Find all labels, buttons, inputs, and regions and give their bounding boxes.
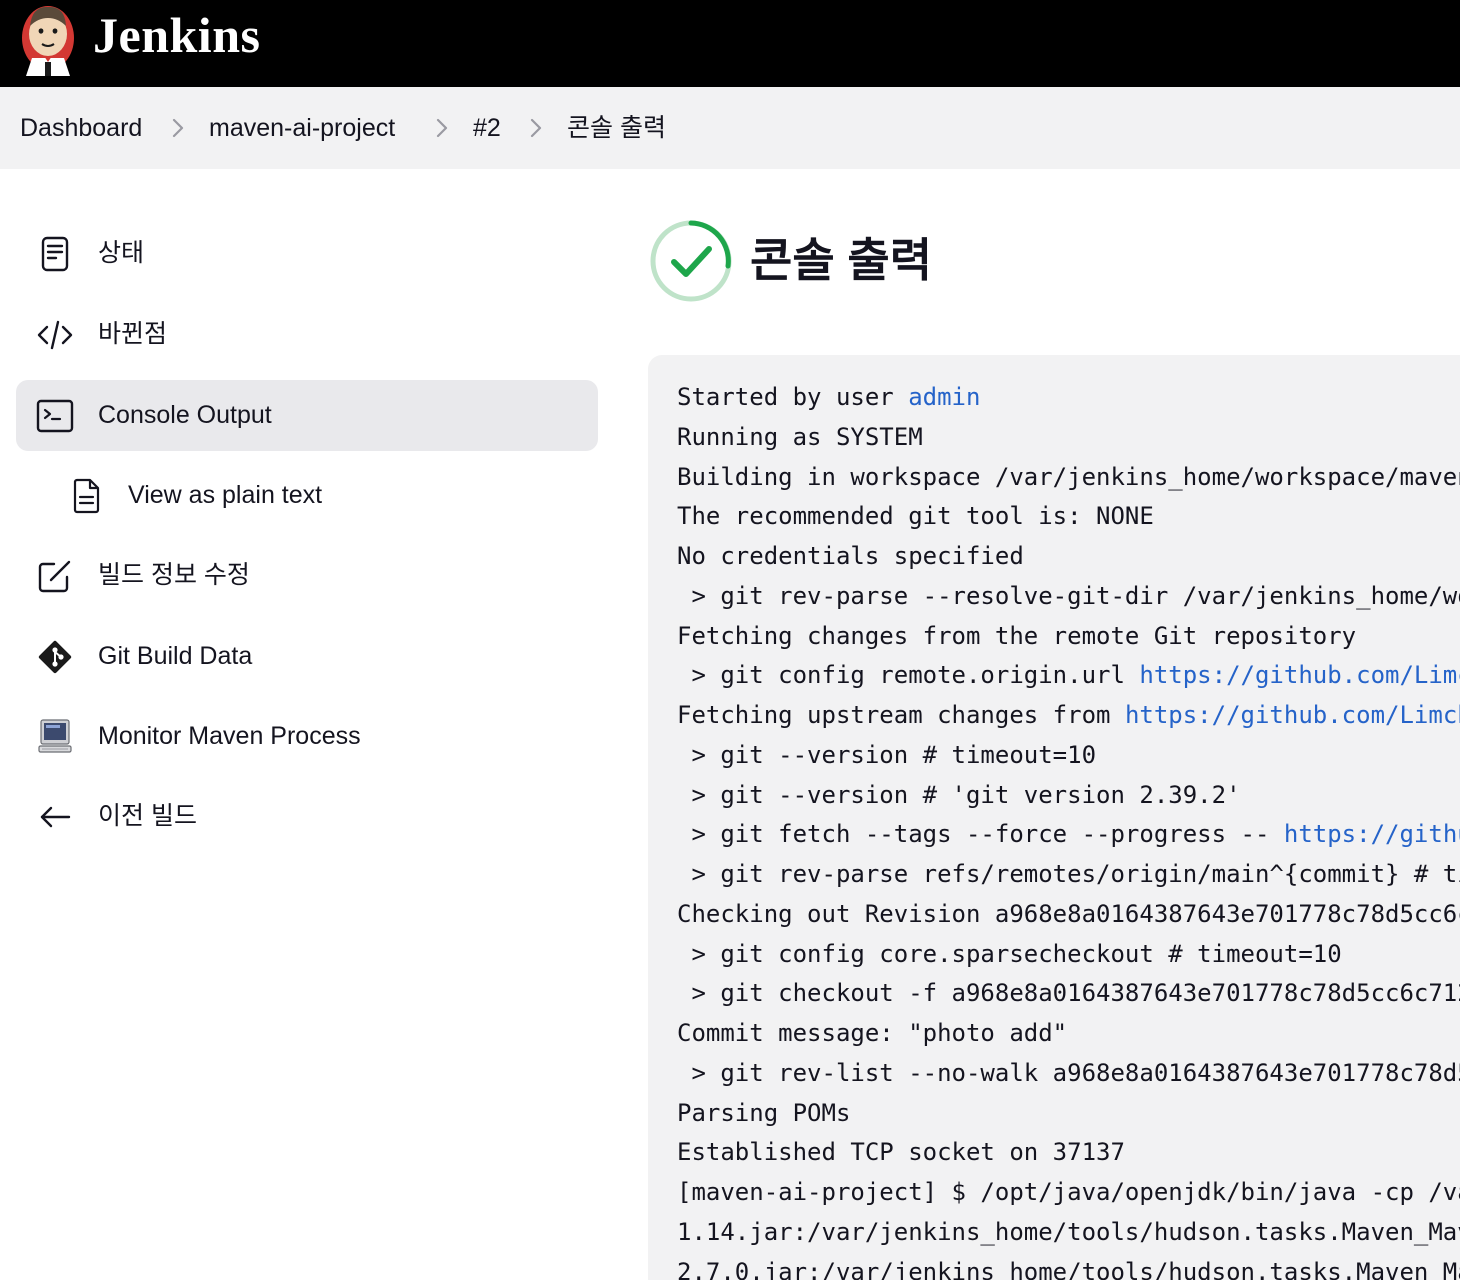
- sidebar-item-monitor-maven[interactable]: Monitor Maven Process: [16, 701, 598, 772]
- sidebar-item-label: Monitor Maven Process: [98, 722, 361, 750]
- console-line: > git --version # timeout=10: [677, 736, 1460, 776]
- console-line: The recommended git tool is: NONE: [677, 497, 1460, 537]
- console-line-text: 1.14.jar:/var/jenkins_home/tools/hudson.…: [677, 1217, 1460, 1246]
- console-line: [maven-ai-project] $ /opt/java/openjdk/b…: [677, 1173, 1460, 1213]
- console-line: Established TCP socket on 37137: [677, 1133, 1460, 1173]
- chevron-right-icon: [530, 118, 542, 138]
- status-document-icon: [41, 236, 69, 272]
- file-text-icon: [73, 478, 100, 514]
- sidebar-item-label: Git Build Data: [98, 642, 253, 670]
- console-line: Parsing POMs: [677, 1094, 1460, 1134]
- console-line: > git config remote.origin.url https://g…: [677, 656, 1460, 696]
- console-line: > git --version # 'git version 2.39.2': [677, 776, 1460, 816]
- top-header: Jenkins: [0, 0, 1460, 87]
- console-line-text: Fetching upstream changes from: [677, 701, 1125, 729]
- console-line-text: > git rev-parse refs/remotes/origin/main…: [691, 860, 1460, 888]
- sidebar-item-previous-build[interactable]: 이전 빌드: [16, 781, 598, 852]
- jenkins-logo-icon[interactable]: [18, 0, 78, 76]
- terminal-icon: [36, 399, 74, 433]
- console-line: 1.14.jar:/var/jenkins_home/tools/hudson.…: [677, 1213, 1460, 1253]
- console-line: Fetching changes from the remote Git rep…: [677, 617, 1460, 657]
- console-line-text: > git --version # 'git version 2.39.2': [677, 780, 1241, 809]
- jenkins-brand[interactable]: Jenkins: [93, 6, 260, 64]
- console-line: Running as SYSTEM: [677, 418, 1460, 458]
- sidebar-item-edit-build-info[interactable]: 빌드 정보 수정: [16, 540, 598, 611]
- sidebar-item-status[interactable]: 상태: [16, 218, 598, 289]
- console-log: Started by user admin Running as SYSTEM Bu…: [677, 378, 1460, 1280]
- sidebar-item-label: 빌드 정보 수정: [98, 561, 250, 589]
- breadcrumb-console-output[interactable]: 콘솔 출력: [567, 113, 666, 143]
- console-line: > git checkout -f a968e8a0164387643e7017…: [677, 974, 1460, 1014]
- computer-icon: [38, 719, 72, 753]
- console-line-text: The recommended git tool is: NONE: [677, 502, 1154, 531]
- console-line-text: Started by user: [677, 383, 909, 411]
- console-line-text: Established TCP socket on 37137: [677, 1138, 1125, 1167]
- console-line-text: No credentials specified: [677, 542, 1024, 570]
- console-line: Checking out Revision a968e8a0164387643e…: [677, 895, 1460, 935]
- console-line: Fetching upstream changes from https://g…: [677, 696, 1460, 736]
- sidebar-item-label: 바뀐점: [98, 320, 168, 348]
- sidebar-item-label: View as plain text: [128, 481, 323, 509]
- chevron-right-icon: [436, 118, 448, 138]
- code-icon: [37, 320, 73, 350]
- console-line: > git rev-parse --resolve-git-dir /var/j…: [677, 577, 1460, 617]
- sidebar-item-changes[interactable]: 바뀐점: [16, 299, 598, 370]
- console-line: > git config core.sparsecheckout # timeo…: [677, 935, 1460, 975]
- console-line-text: > git rev-list --no-walk a968e8a01643876…: [691, 1058, 1460, 1087]
- console-line-text: Commit message: "photo add": [677, 1019, 1068, 1047]
- console-line: 2.7.0.jar:/var/jenkins_home/tools/hudson…: [677, 1253, 1460, 1280]
- console-line-text: Running as SYSTEM: [677, 422, 923, 451]
- console-line: > git rev-list --no-walk a968e8a01643876…: [677, 1054, 1460, 1094]
- console-line-text: Fetching changes from the remote Git rep…: [677, 621, 1357, 650]
- console-line-text: > git --version # timeout=10: [677, 740, 1097, 769]
- console-line: Building in workspace /var/jenkins_home/…: [677, 458, 1460, 498]
- console-line-text: [maven-ai-project] $ /opt/java/openjdk/b…: [677, 1178, 1460, 1206]
- arrow-left-icon: [40, 806, 71, 828]
- breadcrumb-build[interactable]: #2: [473, 113, 501, 143]
- console-output-panel[interactable]: Started by user admin Running as SYSTEM Bu…: [648, 355, 1460, 1280]
- console-line-text: Building in workspace /var/jenkins_home/…: [677, 462, 1460, 491]
- console-link[interactable]: https://github.com/Limchaeeun: [1125, 701, 1460, 729]
- sidebar-item-plain-text[interactable]: View as plain text: [16, 460, 598, 531]
- console-line-text: > git config remote.origin.url: [677, 661, 1140, 690]
- breadcrumb: Dashboard maven-ai-project #2 콘솔 출력: [0, 87, 1460, 169]
- console-line: > git rev-parse refs/remotes/origin/main…: [677, 855, 1460, 895]
- console-line-text: Checking out Revision a968e8a0164387643e…: [677, 899, 1460, 928]
- console-line-text: 2.7.0.jar:/var/jenkins_home/tools/hudson…: [677, 1257, 1460, 1280]
- console-line-text: > git checkout -f a968e8a0164387643e7017…: [677, 979, 1460, 1008]
- console-link[interactable]: https://github.com/Limchaeeun: [1284, 820, 1460, 848]
- console-line: Started by user admin: [677, 378, 1460, 418]
- console-link[interactable]: admin: [908, 383, 980, 411]
- breadcrumb-dashboard[interactable]: Dashboard: [20, 113, 142, 143]
- console-line-text: > git fetch --tags --force --progress --: [677, 820, 1284, 849]
- chevron-right-icon: [172, 118, 184, 138]
- edit-icon: [38, 560, 71, 593]
- sidebar-item-label: 이전 빌드: [98, 802, 197, 830]
- success-check-icon: [650, 220, 732, 302]
- git-icon: [38, 640, 72, 674]
- console-line-text: > git config core.sparsecheckout # timeo…: [677, 939, 1342, 968]
- breadcrumb-project[interactable]: maven-ai-project: [209, 113, 395, 143]
- console-line: No credentials specified: [677, 537, 1460, 577]
- console-line: Commit message: "photo add": [677, 1014, 1460, 1054]
- sidebar-item-label: 상태: [98, 239, 145, 267]
- sidebar-item-label: Console Output: [98, 401, 272, 429]
- console-link[interactable]: https://github.com/Limchaeeun: [1139, 661, 1460, 689]
- console-line-text: Parsing POMs: [677, 1098, 851, 1127]
- sidebar-item-git-build-data[interactable]: Git Build Data: [16, 621, 598, 692]
- sidebar-item-console-output[interactable]: Console Output: [16, 380, 598, 451]
- page-title: 콘솔 출력: [750, 234, 933, 286]
- console-line-text: > git rev-parse --resolve-git-dir /var/j…: [691, 581, 1460, 610]
- console-line: > git fetch --tags --force --progress --…: [677, 815, 1460, 855]
